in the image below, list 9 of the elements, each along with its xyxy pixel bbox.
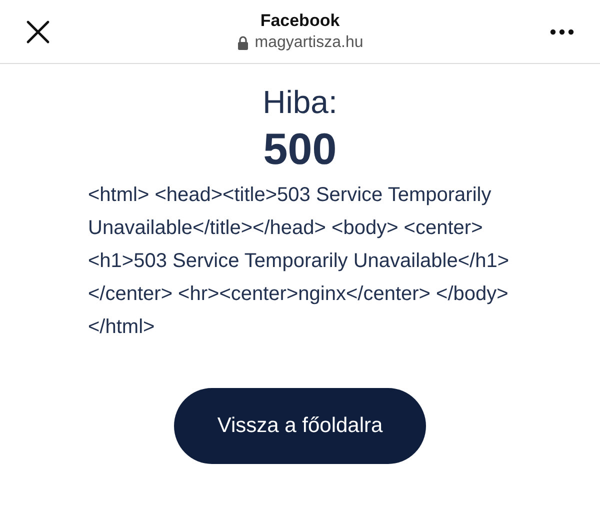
- more-icon[interactable]: [550, 28, 574, 34]
- error-message: <html> <head><title>503 Service Temporarily Unavailable</title></head> <body> <center><h1>503 Service Temporarily Unavailable</h1></center> <hr><center>nginx</center> </body> </html>: [88, 183, 510, 340]
- url-text: magyartisza.hu: [254, 34, 364, 52]
- error-code: 500: [263, 125, 337, 175]
- home-button[interactable]: Vissza a főoldalra: [174, 388, 426, 464]
- error-heading: Hiba:: [262, 84, 338, 121]
- lock-icon: [236, 36, 249, 50]
- page-title: Facebook: [260, 11, 340, 31]
- close-icon[interactable]: [26, 20, 50, 44]
